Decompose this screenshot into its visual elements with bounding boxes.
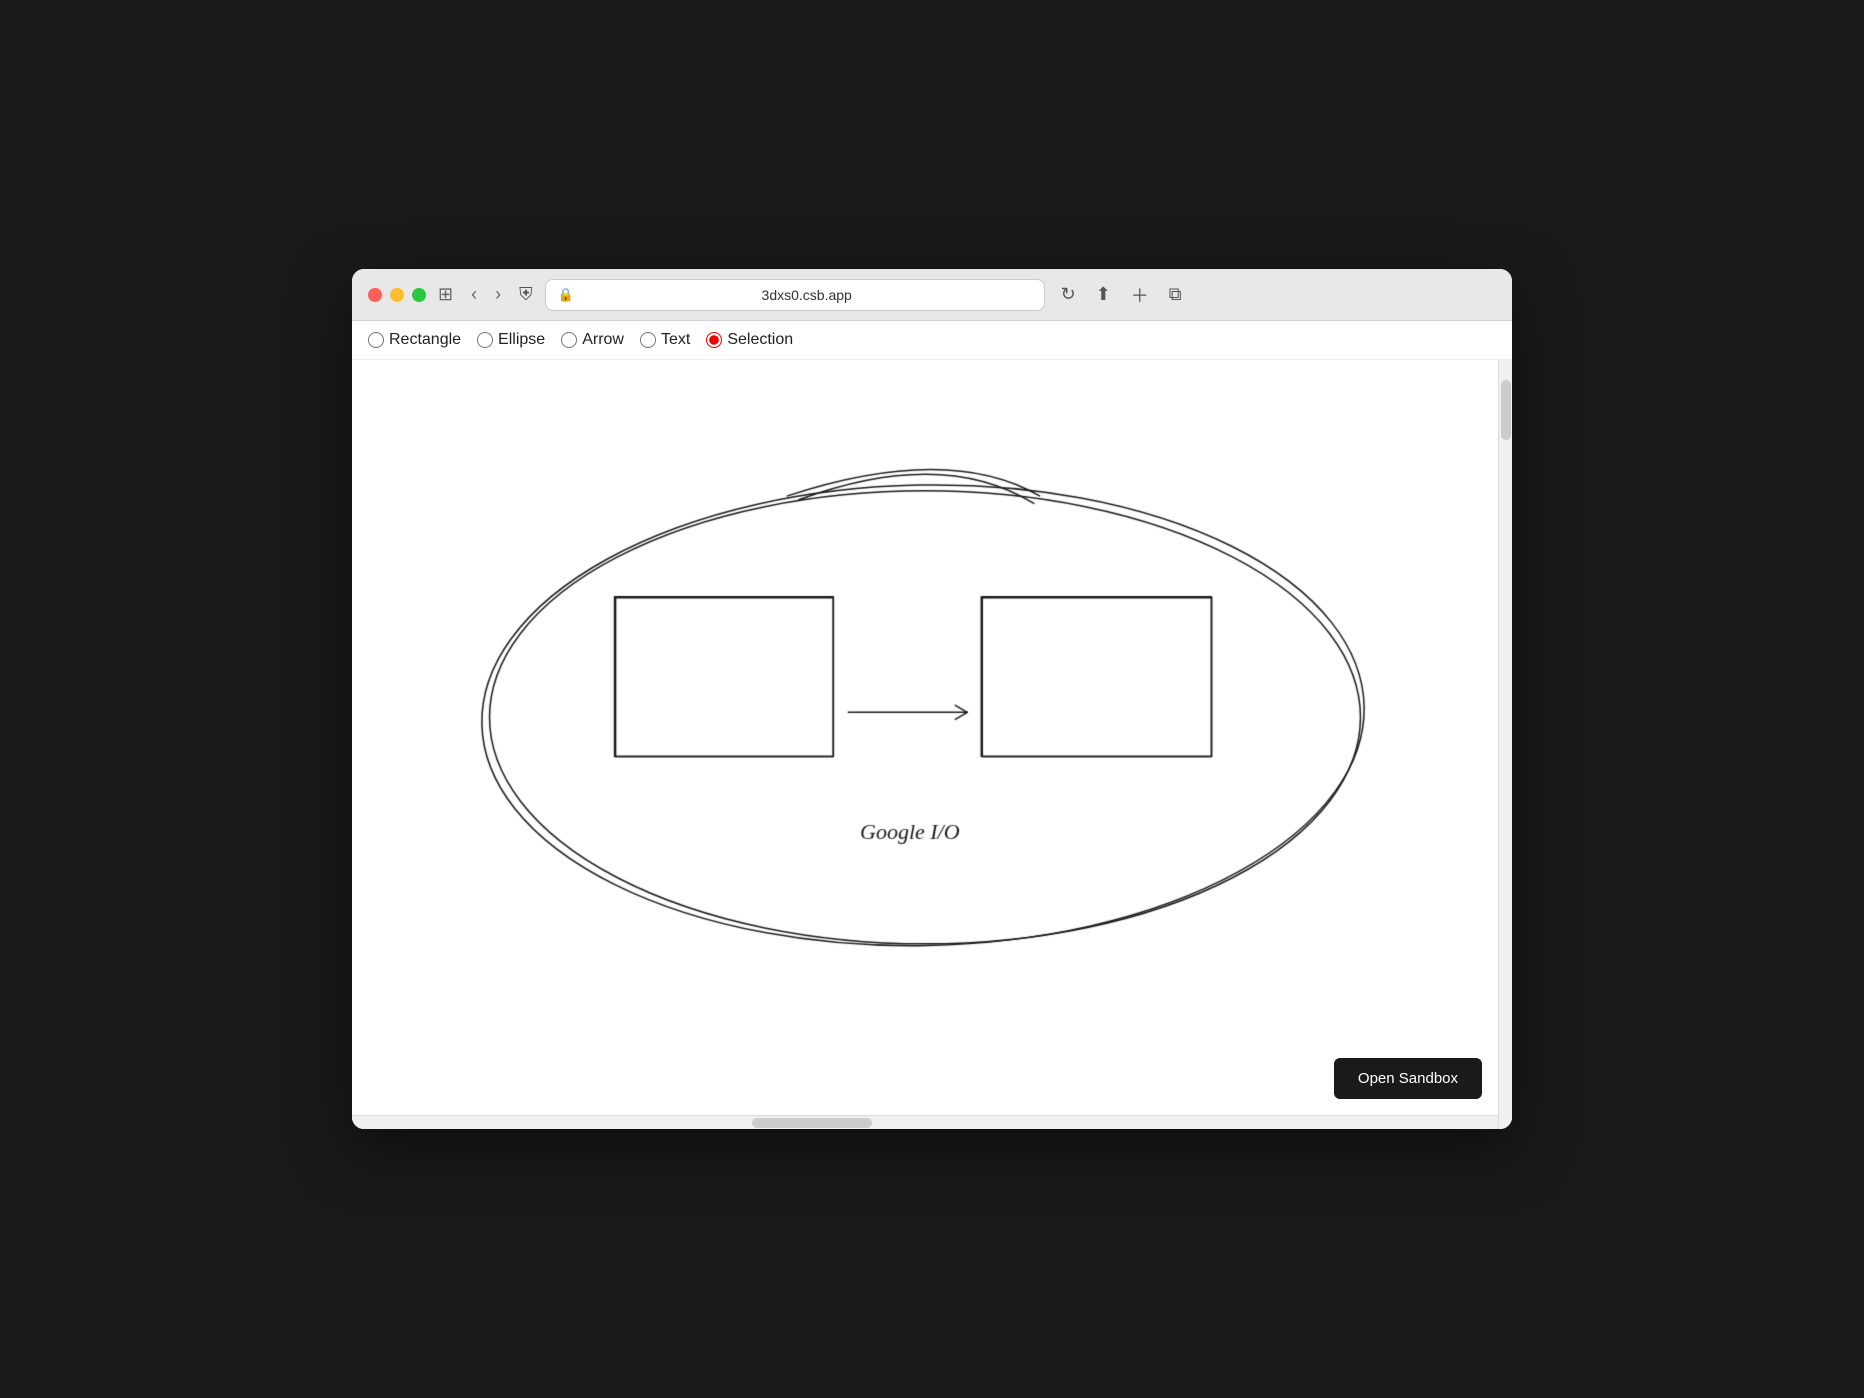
tool-label-ellipse: Ellipse [498,331,545,349]
tool-option-selection[interactable]: Selection [706,331,793,349]
canvas-area[interactable]: Open Sandbox [352,360,1512,1129]
open-sandbox-button[interactable]: Open Sandbox [1334,1058,1482,1099]
close-button[interactable] [368,288,382,302]
browser-window: ⊞ ‹ › ⛨ 🔒 3dxs0.csb.app ↻ ⬆ ＋ ⧉ Rectangl… [352,269,1512,1129]
reload-button[interactable]: ↻ [1057,280,1080,309]
minimize-button[interactable] [390,288,404,302]
tabs-button[interactable]: ⧉ [1165,280,1186,309]
shield-icon: ⛨ [519,284,533,305]
tool-option-arrow[interactable]: Arrow [561,331,624,349]
tool-label-text: Text [661,331,690,349]
url-text: 3dxs0.csb.app [582,287,1032,303]
tool-radio-arrow[interactable] [561,332,577,348]
scrollbar-horizontal-thumb[interactable] [752,1118,872,1128]
traffic-lights [368,288,426,302]
drawing-canvas[interactable] [352,360,1498,1115]
tool-label-arrow: Arrow [582,331,624,349]
tool-radio-rectangle[interactable] [368,332,384,348]
forward-button[interactable]: › [489,280,507,309]
drawing-toolbar: Rectangle Ellipse Arrow Text Selection [352,321,1512,360]
sidebar-toggle-icon[interactable]: ⊞ [438,284,453,305]
toolbar-actions: ↻ ⬆ ＋ ⧉ [1057,278,1186,312]
lock-icon: 🔒 [558,287,574,303]
tool-radio-selection[interactable] [706,332,722,348]
title-bar: ⊞ ‹ › ⛨ 🔒 3dxs0.csb.app ↻ ⬆ ＋ ⧉ [352,269,1512,321]
tool-option-text[interactable]: Text [640,331,690,349]
address-bar[interactable]: 🔒 3dxs0.csb.app [545,279,1045,311]
new-tab-button[interactable]: ＋ [1127,278,1153,312]
nav-buttons: ‹ › [465,280,507,309]
scrollbar-vertical[interactable] [1498,360,1512,1129]
maximize-button[interactable] [412,288,426,302]
tool-radio-ellipse[interactable] [477,332,493,348]
content-area: Rectangle Ellipse Arrow Text Selection [352,321,1512,1129]
tool-label-selection: Selection [727,331,793,349]
scrollbar-horizontal[interactable] [352,1115,1498,1129]
tool-option-ellipse[interactable]: Ellipse [477,331,545,349]
scrollbar-vertical-thumb[interactable] [1501,380,1511,440]
tool-option-rectangle[interactable]: Rectangle [368,331,461,349]
back-button[interactable]: ‹ [465,280,483,309]
tool-radio-text[interactable] [640,332,656,348]
tool-label-rectangle: Rectangle [389,331,461,349]
share-button[interactable]: ⬆ [1092,280,1115,309]
